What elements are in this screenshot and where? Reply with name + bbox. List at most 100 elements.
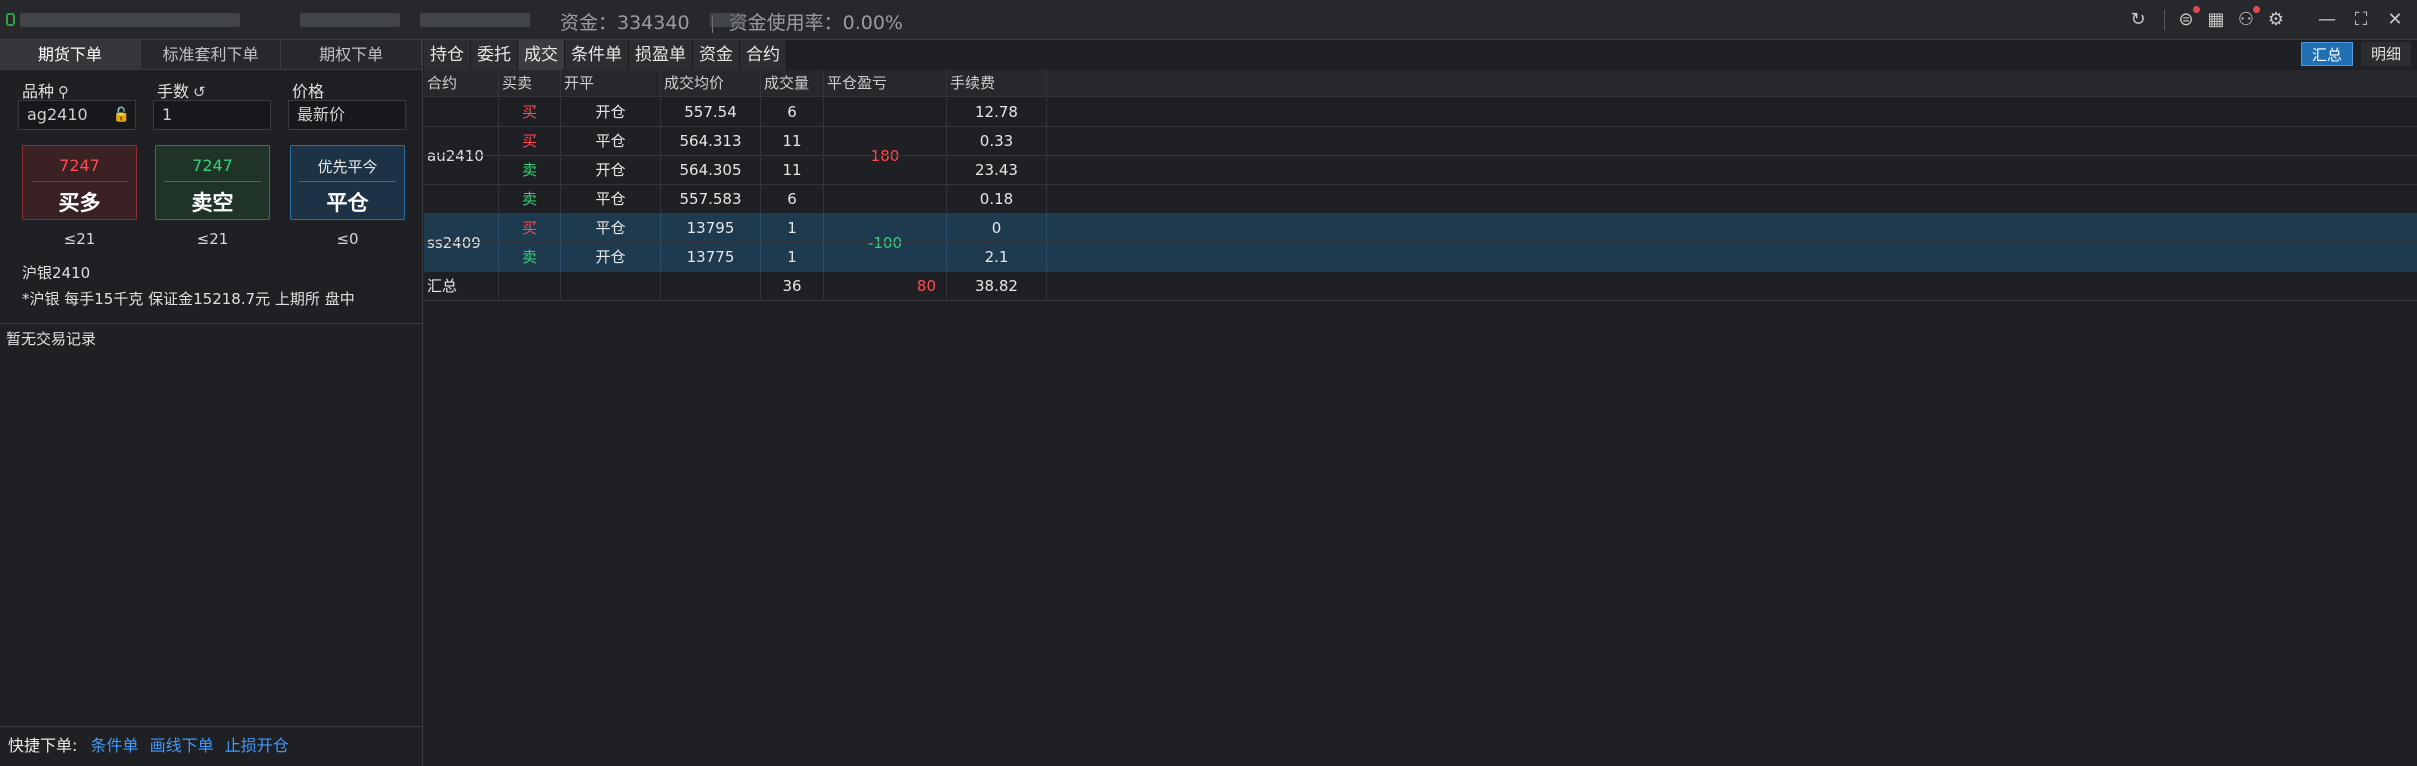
tab-options-order[interactable]: 期权下单 (281, 40, 423, 69)
sell-label: 卖空 (191, 191, 234, 215)
avg-price-cell: 13775 (661, 243, 761, 272)
summary-fee: 38.82 (947, 272, 1047, 300)
tab-funds[interactable]: 资金 (693, 40, 740, 70)
volume-cell: 6 (761, 98, 824, 126)
sell-short-button[interactable]: 7247 卖空 (155, 145, 270, 220)
col-contract[interactable]: 合约 (424, 70, 499, 96)
avg-price-cell: 13795 (661, 214, 761, 242)
lock-icon[interactable]: 🔓 (113, 101, 130, 129)
summary-open-empty (561, 272, 661, 300)
fee-cell: 0 (947, 214, 1047, 242)
tab-stop-orders[interactable]: 损盈单 (629, 40, 693, 70)
table-row[interactable]: 买 平仓 564.313 11 0.33 (424, 127, 2417, 156)
notification-dot (2253, 6, 2260, 13)
equity-label: 资金：334340 (560, 12, 690, 34)
open-close-cell: 开仓 (561, 156, 661, 184)
account-name-redacted (300, 13, 400, 27)
avg-price-cell: 564.305 (661, 156, 761, 184)
tab-conditional[interactable]: 条件单 (565, 40, 629, 70)
calendar-icon[interactable]: ▦ (2205, 9, 2227, 31)
account-status-icon (6, 13, 15, 26)
close-limit: ≤0 (336, 230, 359, 248)
title-redacted-tail (710, 13, 745, 27)
line-order-link[interactable]: 画线下单 (150, 736, 214, 755)
side-cell: 买 (499, 214, 561, 242)
col-close-pnl[interactable]: 平仓盈亏 (824, 70, 947, 96)
col-avg-price[interactable]: 成交均价 (661, 70, 761, 96)
volume-cell: 1 (761, 214, 824, 242)
close-icon[interactable]: ✕ (2384, 9, 2406, 31)
stop-loss-open-link[interactable]: 止损开仓 (225, 736, 289, 755)
avg-price-cell: 557.583 (661, 185, 761, 214)
open-close-cell: 平仓 (561, 127, 661, 155)
price-label: 价格 (292, 82, 325, 101)
button-divider (31, 181, 128, 182)
col-side[interactable]: 买卖 (499, 70, 561, 96)
volume-cell: 11 (761, 156, 824, 184)
table-header: 合约 买卖 开平 成交均价 成交量 平仓盈亏 手续费 (424, 70, 2417, 97)
contract-detail: *沪银 每手15千克 保证金15218.7元 上期所 盘中 (22, 290, 355, 308)
button-divider (164, 181, 261, 182)
summary-pnl: 80 (824, 272, 947, 300)
symbol-label: 品种 ⚲ (22, 78, 69, 102)
table-row[interactable]: 买 平仓 13795 1 0 (424, 214, 2417, 243)
tab-contracts[interactable]: 合约 (740, 40, 787, 70)
trades-panel: 持仓 委托 成交 条件单 损盈单 资金 合约 汇总 明细 合约 买卖 开平 成交… (424, 40, 2417, 766)
open-close-cell: 开仓 (561, 243, 661, 272)
user-group-icon[interactable]: ⚇ (2235, 6, 2260, 31)
conditional-order-link[interactable]: 条件单 (91, 736, 139, 755)
fee-cell: 0.18 (947, 185, 1047, 214)
fee-cell: 0.33 (947, 127, 1047, 155)
close-label: 平仓 (326, 191, 369, 215)
open-close-cell: 平仓 (561, 185, 661, 214)
symbol-value: ag2410 (27, 105, 88, 124)
tab-spread-order[interactable]: 标准套利下单 (140, 40, 282, 69)
search-icon[interactable]: ⚲ (58, 83, 69, 101)
notification-dot (2193, 6, 2200, 13)
tab-orders[interactable]: 委托 (471, 40, 518, 70)
minimize-icon[interactable]: — (2316, 9, 2338, 31)
buy-limit: ≤21 (63, 230, 96, 248)
summary-label: 汇总 (424, 272, 499, 300)
qty-label-text: 手数 (157, 82, 190, 101)
qty-label: 手数 ↺ (157, 78, 206, 102)
buy-label: 买多 (58, 191, 101, 215)
table-row[interactable]: 卖 开仓 564.305 11 23.43 (424, 156, 2417, 185)
buy-long-button[interactable]: 7247 买多 (22, 145, 137, 220)
refresh-icon[interactable]: ↻ (2127, 9, 2149, 31)
table-row[interactable]: 买 开仓 557.54 6 12.78 (424, 98, 2417, 127)
account-tabs: 持仓 委托 成交 条件单 损盈单 资金 合约 (424, 40, 787, 70)
sell-price: 7247 (192, 156, 233, 175)
symbol-input[interactable]: ag2410 🔓 (18, 100, 136, 130)
tab-futures-order[interactable]: 期货下单 (0, 40, 141, 69)
fee-cell: 2.1 (947, 243, 1047, 272)
tab-trades[interactable]: 成交 (518, 40, 565, 70)
order-field-labels: 品种 ⚲ 手数 ↺ 价格 (22, 78, 412, 102)
col-volume[interactable]: 成交量 (761, 70, 824, 96)
summary-side-empty (499, 272, 561, 300)
maximize-icon[interactable]: ⛶ (2350, 9, 2372, 31)
summary-row[interactable]: 汇总 36 80 38.82 (424, 272, 2417, 301)
col-fee[interactable]: 手续费 (947, 70, 1047, 96)
summary-toggle[interactable]: 汇总 (2300, 42, 2353, 66)
order-panel: 期货下单 标准套利下单 期权下单 品种 ⚲ 手数 ↺ 价格 ag2410 🔓 1 最… (0, 40, 423, 766)
toolbar-divider (2164, 10, 2165, 30)
trade-group-au2410[interactable]: au2410 180 买 开仓 557.54 6 12.78 买 平仓 564.… (424, 98, 2417, 214)
table-row[interactable]: 卖 开仓 13775 1 2.1 (424, 243, 2417, 272)
trade-group-ss2409[interactable]: ss2409 -100 买 平仓 13795 1 0 卖 开仓 13775 1 … (424, 214, 2417, 272)
no-trade-record: 暂无交易记录 (6, 330, 97, 348)
detail-toggle[interactable]: 明细 (2360, 42, 2411, 66)
table-row[interactable]: 卖 平仓 557.583 6 0.18 (424, 185, 2417, 214)
qty-input[interactable]: 1 (153, 100, 271, 130)
price-select[interactable]: 最新价 (288, 100, 406, 130)
message-icon[interactable]: ⊜ (2175, 6, 2200, 31)
tab-positions[interactable]: 持仓 (424, 40, 471, 70)
close-position-button[interactable]: 优先平今 平仓 (290, 145, 405, 220)
side-cell: 卖 (499, 185, 561, 214)
summary-volume: 36 (761, 272, 824, 300)
settings-icon[interactable]: ⚙ (2265, 9, 2287, 31)
col-open-close[interactable]: 开平 (561, 70, 661, 96)
volume-cell: 11 (761, 127, 824, 155)
side-cell: 卖 (499, 243, 561, 272)
reset-icon[interactable]: ↺ (193, 83, 206, 101)
